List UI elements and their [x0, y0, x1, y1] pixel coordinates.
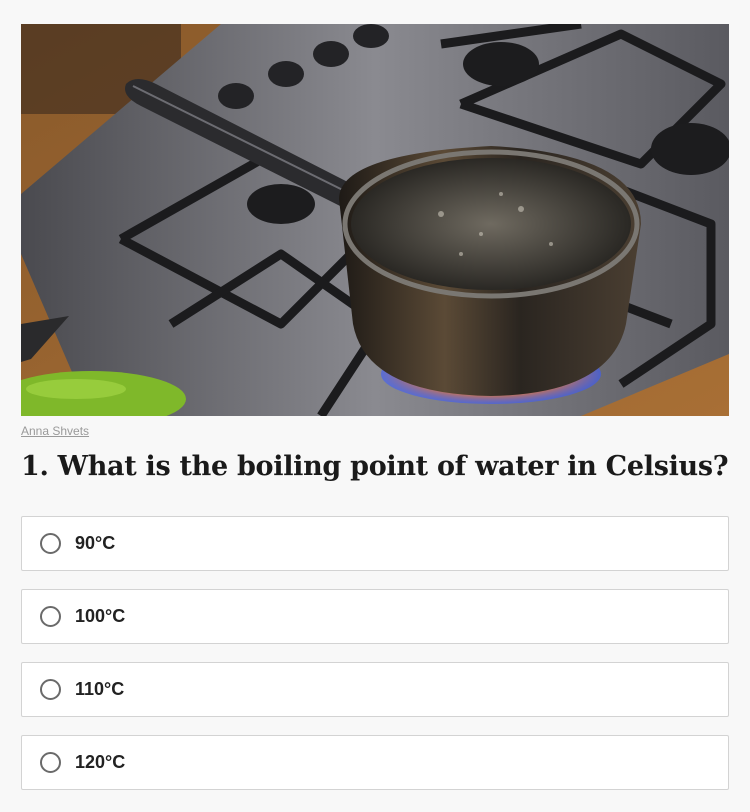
question-title: 1. What is the boiling point of water in… [21, 451, 729, 482]
radio-button-icon[interactable] [40, 606, 61, 627]
answer-label: 100°C [75, 606, 126, 626]
answer-options: 90°C 100°C 110°C 120°C [21, 516, 729, 808]
photo-credit-link[interactable]: Anna Shvets [21, 424, 89, 438]
radio-button-icon[interactable] [40, 752, 61, 773]
answer-option-1[interactable]: 90°C [21, 516, 729, 571]
answer-label: 120°C [75, 752, 126, 772]
radio-button-icon[interactable] [40, 679, 61, 700]
question-photo [21, 24, 729, 416]
answer-option-2[interactable]: 100°C [21, 589, 729, 644]
answer-option-3[interactable]: 110°C [21, 662, 729, 717]
quiz-page: Anna Shvets 1. What is the boiling point… [0, 0, 750, 812]
answer-label: 110°C [75, 679, 125, 699]
answer-label: 90°C [75, 533, 116, 553]
radio-button-icon[interactable] [40, 533, 61, 554]
answer-option-4[interactable]: 120°C [21, 735, 729, 790]
